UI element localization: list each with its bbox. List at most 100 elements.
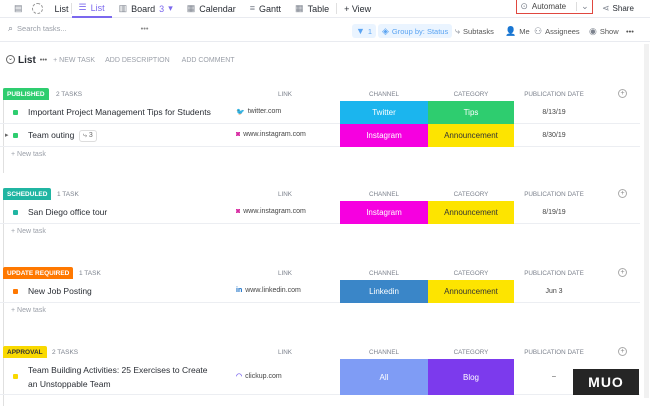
tab-list-overview[interactable]: ▤	[0, 0, 30, 18]
table-row[interactable]: ▸ Team outing ⤷ 3 ◙ www.instagram.com Instagr…	[0, 124, 640, 147]
add-view-button[interactable]: + View	[337, 0, 378, 18]
column-header-channel[interactable]: CHANNEL	[340, 270, 428, 277]
column-header-publication-date[interactable]: PUBLICATION DATE	[514, 91, 594, 98]
category-cell[interactable]: Announcement	[428, 201, 514, 224]
task-name[interactable]: New Job Posting	[28, 286, 92, 296]
collapse-icon[interactable]: ⌄	[6, 55, 15, 64]
task-name[interactable]: Important Project Management Tips for St…	[28, 107, 211, 117]
search-input[interactable]: ⌕ Search tasks... •••	[8, 24, 149, 34]
task-name[interactable]: Team outing	[28, 130, 74, 140]
status-badge[interactable]: APPROVAL	[3, 346, 47, 358]
expand-caret-icon[interactable]: ▸	[5, 131, 9, 139]
automate-label: Automate	[531, 1, 567, 11]
new-task-link[interactable]: + NEW TASK	[53, 57, 95, 64]
column-header-publication-date[interactable]: PUBLICATION DATE	[514, 349, 594, 356]
column-header-category[interactable]: CATEGORY	[428, 349, 514, 356]
column-header-publication-date[interactable]: PUBLICATION DATE	[514, 270, 594, 277]
column-header-category[interactable]: CATEGORY	[428, 270, 514, 277]
task-count: 2 TASKS	[52, 349, 79, 356]
channel-cell[interactable]: Instagram	[340, 124, 428, 147]
tab-calendar[interactable]: ▦ Calendar	[180, 0, 243, 18]
channel-cell[interactable]: Twitter	[340, 101, 428, 124]
add-column-icon[interactable]: +	[618, 347, 627, 356]
status-dot[interactable]	[13, 209, 18, 215]
status-badge[interactable]: UPDATE REQUIRED	[3, 267, 74, 279]
column-header-category[interactable]: CATEGORY	[428, 91, 514, 98]
more-options-icon[interactable]: •••	[626, 24, 634, 38]
link-cell[interactable]: 🐦 twitter.com	[236, 108, 281, 116]
chevron-down-icon: ▾	[168, 3, 173, 13]
add-description-link[interactable]: ADD DESCRIPTION	[105, 57, 170, 64]
table-row[interactable]: San Diego office tour ◙ www.instagram.com I…	[0, 201, 640, 224]
table-row[interactable]: Important Project Management Tips for St…	[0, 101, 640, 124]
publication-date[interactable]: 8/30/19	[514, 132, 594, 139]
category-cell[interactable]: Announcement	[428, 124, 514, 147]
share-button[interactable]: ⋖ Share	[602, 0, 634, 16]
column-header-category[interactable]: CATEGORY	[428, 191, 514, 198]
user-icon: 👤	[505, 25, 517, 36]
column-header-link[interactable]: LINK	[275, 91, 295, 98]
show-button[interactable]: ◉ Show	[589, 24, 619, 38]
link-cell[interactable]: ◙ www.instagram.com	[236, 131, 306, 138]
add-column-icon[interactable]: +	[618, 189, 627, 198]
channel-cell[interactable]: Instagram	[340, 201, 428, 224]
category-cell[interactable]: Announcement	[428, 280, 514, 303]
layers-icon: ◈	[382, 25, 389, 36]
column-header-channel[interactable]: CHANNEL	[340, 349, 428, 356]
channel-cell[interactable]: All	[340, 359, 428, 395]
search-more-icon[interactable]: •••	[141, 24, 149, 33]
column-header-channel[interactable]: CHANNEL	[340, 191, 428, 198]
subtasks-button[interactable]: ⤷ Subtasks	[455, 24, 494, 38]
list-more-icon[interactable]: •••	[40, 57, 47, 64]
add-column-icon[interactable]: +	[618, 268, 627, 277]
status-dot[interactable]	[13, 109, 18, 115]
tab-list-spinner[interactable]: List	[30, 0, 71, 18]
tab-board[interactable]: ▥ Board 3 ▾	[112, 0, 180, 18]
task-count: 1 TASK	[57, 191, 79, 198]
status-badge[interactable]: PUBLISHED	[3, 88, 49, 100]
task-name[interactable]: Team Building Activities: 25 Exercises t…	[28, 363, 218, 391]
subtask-count[interactable]: ⤷ 3	[79, 129, 97, 142]
group-by-button[interactable]: ◈ Group by: Status	[378, 24, 453, 38]
tab-label: Calendar	[199, 3, 236, 14]
table-row[interactable]: Team Building Activities: 25 Exercises t…	[0, 359, 640, 395]
table-row[interactable]: New Job Posting in www.linkedin.com Linkedi…	[0, 280, 640, 303]
assignees-button[interactable]: ⚇ Assignees	[534, 24, 580, 38]
column-header-link[interactable]: LINK	[275, 270, 295, 277]
me-button[interactable]: 👤 Me	[505, 24, 530, 38]
column-header-link[interactable]: LINK	[275, 191, 295, 198]
add-comment-link[interactable]: ADD COMMENT	[182, 57, 235, 64]
new-task-button[interactable]: + New task	[11, 151, 46, 158]
status-badge[interactable]: SCHEDULED	[3, 188, 52, 200]
channel-cell[interactable]: Linkedin	[340, 280, 428, 303]
column-header-channel[interactable]: CHANNEL	[340, 91, 428, 98]
category-cell[interactable]: Blog	[428, 359, 514, 395]
scrollbar[interactable]	[644, 44, 649, 398]
filter-button[interactable]: ▼ 1	[352, 24, 377, 38]
publication-date[interactable]: 8/13/19	[514, 109, 594, 116]
link-cell[interactable]: ◙ www.instagram.com	[236, 208, 306, 215]
status-dot[interactable]	[13, 132, 18, 138]
tab-label: Board	[131, 3, 156, 14]
link-cell[interactable]: in www.linkedin.com	[236, 287, 301, 294]
status-dot[interactable]	[13, 288, 18, 294]
tab-label: List	[90, 2, 105, 13]
tab-gantt[interactable]: ≡ Gantt	[243, 0, 288, 18]
new-task-button[interactable]: + New task	[11, 228, 46, 235]
task-name[interactable]: San Diego office tour	[28, 207, 107, 217]
automate-button[interactable]: ⊙ Automate ⌄	[516, 0, 593, 14]
list-icon: ▤	[14, 3, 23, 13]
loading-icon	[31, 3, 43, 14]
link-text: twitter.com	[247, 108, 282, 115]
tab-table[interactable]: ▦ Table	[288, 0, 336, 18]
publication-date[interactable]: 8/19/19	[514, 209, 594, 216]
tab-list[interactable]: ☰ List	[71, 0, 112, 18]
add-column-icon[interactable]: +	[618, 89, 627, 98]
column-header-link[interactable]: LINK	[275, 349, 295, 356]
status-dot[interactable]	[13, 374, 18, 379]
column-header-publication-date[interactable]: PUBLICATION DATE	[514, 191, 594, 198]
publication-date[interactable]: Jun 3	[514, 288, 594, 295]
link-cell[interactable]: ◠ clickup.com	[236, 372, 282, 381]
category-cell[interactable]: Tips	[428, 101, 514, 124]
new-task-button[interactable]: + New task	[11, 307, 46, 314]
